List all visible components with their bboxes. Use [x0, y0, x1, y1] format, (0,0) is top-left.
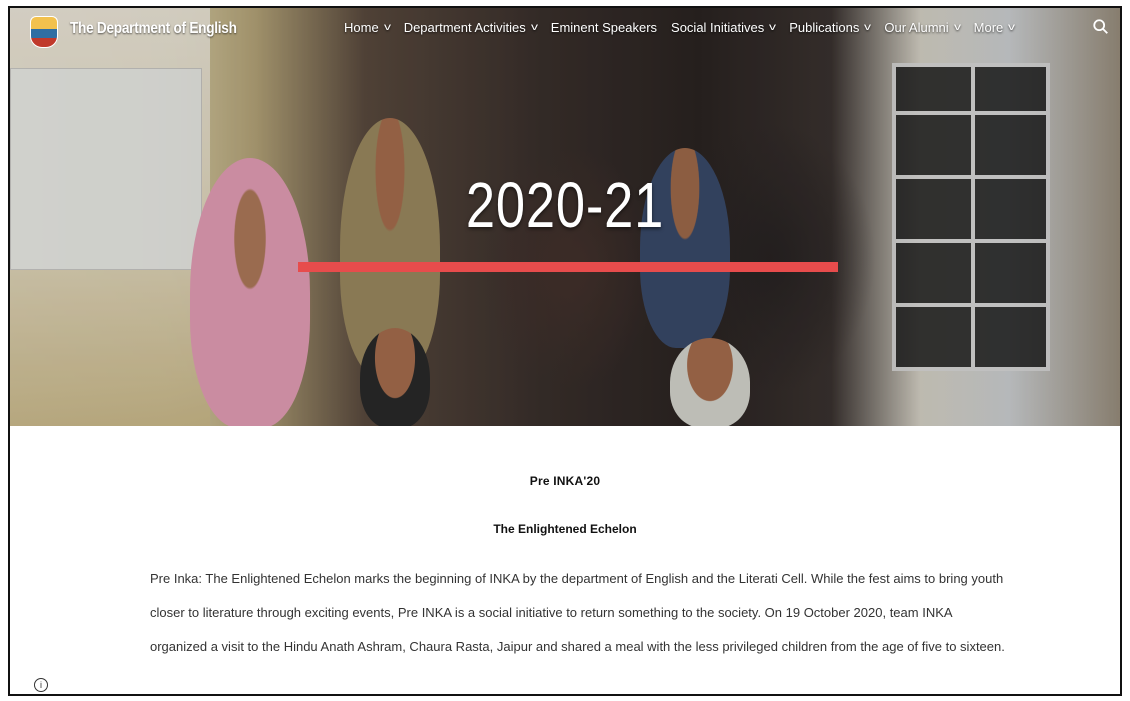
chevron-down-icon[interactable]: v [954, 22, 961, 33]
hero-title: 2020-21 [465, 169, 665, 241]
info-icon[interactable]: i [34, 678, 48, 692]
nav-item-social-initiatives[interactable]: Social Initiatives v [671, 20, 776, 35]
section-subheading: The Enlightened Echelon [493, 522, 637, 536]
nav-item-eminent-speakers[interactable]: Eminent Speakers [551, 20, 657, 35]
hero-banner: The Department of English Home v Departme… [10, 8, 1120, 426]
nav-menu: Home v Department Activities v Eminent Spe… [344, 20, 1016, 35]
nav-item-our-alumni[interactable]: Our Alumni v [884, 20, 961, 35]
nav-item-more[interactable]: More v [974, 20, 1016, 35]
nav-item-publications[interactable]: Publications v [789, 20, 871, 35]
chevron-down-icon[interactable]: v [384, 22, 391, 33]
chevron-down-icon[interactable]: v [1008, 22, 1015, 33]
page-frame: The Department of English Home v Departme… [8, 6, 1122, 696]
site-title[interactable]: The Department of English [70, 20, 237, 38]
search-icon[interactable] [1092, 18, 1110, 36]
chevron-down-icon[interactable]: v [864, 22, 871, 33]
main-content: Pre INKA'20 The Enlightened Echelon Pre … [10, 426, 1120, 694]
nav-item-home[interactable]: Home v [344, 20, 391, 35]
department-crest-icon[interactable] [30, 16, 58, 48]
section-heading: Pre INKA'20 [529, 474, 601, 488]
nav-item-department-activities[interactable]: Department Activities v [404, 20, 538, 35]
article-paragraph: Pre Inka: The Enlightened Echelon marks … [150, 571, 1005, 654]
chevron-down-icon[interactable]: v [769, 22, 776, 33]
top-navigation: The Department of English Home v Departme… [10, 8, 1120, 52]
chevron-down-icon[interactable]: v [531, 22, 538, 33]
hero-accent-bar [298, 262, 838, 272]
